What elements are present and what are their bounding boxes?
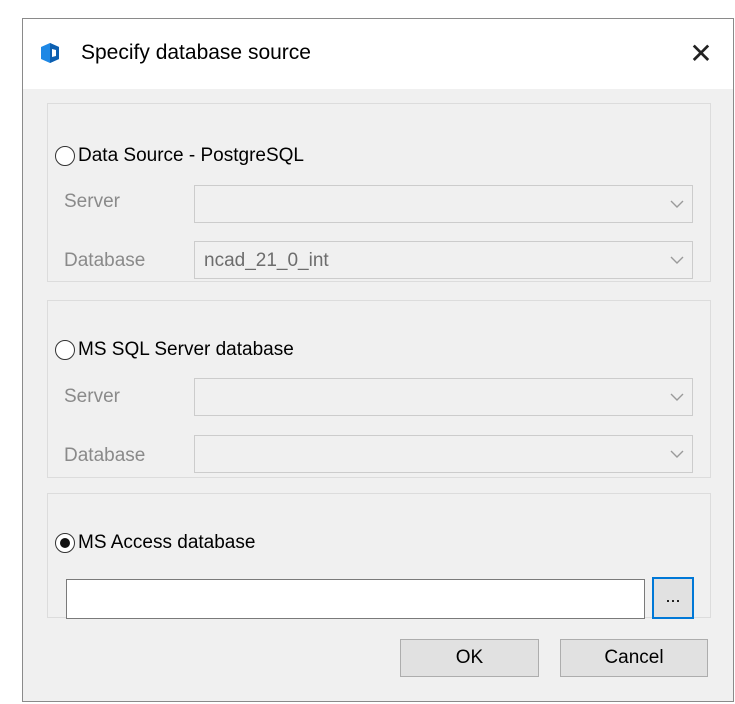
access-radio-label[interactable]: MS Access database bbox=[78, 532, 255, 554]
postgres-server-combo[interactable] bbox=[194, 185, 693, 223]
postgres-database-label: Database bbox=[64, 250, 146, 271]
mssql-group: MS SQL Server database Server Database bbox=[47, 300, 711, 478]
mssql-database-label: Database bbox=[64, 445, 146, 466]
chevron-down-icon bbox=[670, 393, 684, 401]
close-icon: ✕ bbox=[689, 38, 713, 69]
postgres-group: Data Source - PostgreSQL Server Database… bbox=[47, 103, 711, 282]
access-group: MS Access database ... bbox=[47, 493, 711, 619]
radio-selected-dot bbox=[60, 538, 70, 548]
mssql-radio-circle[interactable] bbox=[55, 340, 75, 360]
ok-button[interactable]: OK bbox=[400, 639, 539, 677]
mssql-database-combo[interactable] bbox=[194, 435, 693, 473]
postgres-database-combo[interactable]: ncad_21_0_int bbox=[194, 241, 693, 279]
postgres-database-value: ncad_21_0_int bbox=[204, 250, 329, 271]
access-path-input[interactable] bbox=[66, 579, 645, 619]
chevron-down-icon bbox=[670, 256, 684, 264]
mssql-radio-label[interactable]: MS SQL Server database bbox=[78, 339, 294, 361]
postgres-server-label: Server bbox=[64, 191, 120, 212]
mssql-server-combo[interactable] bbox=[194, 378, 693, 416]
close-button[interactable]: ✕ bbox=[669, 19, 733, 89]
cancel-button[interactable]: Cancel bbox=[560, 639, 708, 677]
mssql-radio[interactable]: MS SQL Server database bbox=[55, 336, 294, 364]
browse-button[interactable]: ... bbox=[652, 577, 694, 619]
title-bar: Specify database source ✕ bbox=[23, 19, 733, 89]
postgres-radio-label[interactable]: Data Source - PostgreSQL bbox=[78, 145, 304, 167]
postgres-radio-circle[interactable] bbox=[55, 146, 75, 166]
postgres-radio[interactable]: Data Source - PostgreSQL bbox=[55, 142, 304, 170]
app-icon bbox=[41, 43, 59, 63]
chevron-down-icon bbox=[670, 200, 684, 208]
database-source-dialog: Specify database source ✕ Data Source - … bbox=[22, 18, 734, 702]
dialog-title: Specify database source bbox=[81, 41, 311, 64]
access-radio-circle[interactable] bbox=[55, 533, 75, 553]
access-radio[interactable]: MS Access database bbox=[55, 529, 255, 557]
chevron-down-icon bbox=[670, 450, 684, 458]
mssql-server-label: Server bbox=[64, 386, 120, 407]
